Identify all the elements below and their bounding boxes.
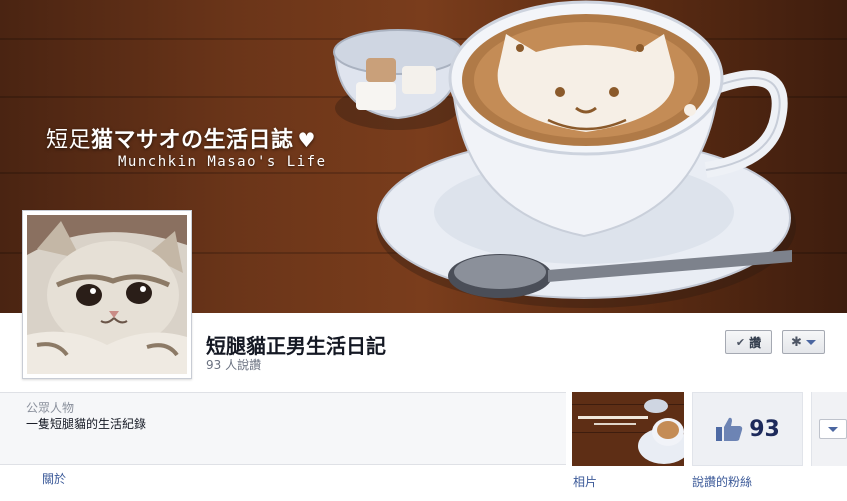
settings-button[interactable]: ✱ bbox=[782, 330, 825, 354]
more-apps-tile bbox=[811, 392, 847, 466]
cover-title: 短足猫マサオの生活日誌 ♥ bbox=[46, 128, 316, 153]
likes-link[interactable]: 說讚的粉絲 bbox=[692, 473, 752, 490]
photos-tile[interactable] bbox=[572, 392, 684, 466]
about-link[interactable]: 關於 bbox=[42, 470, 66, 487]
about-box: 公眾人物 一隻短腿貓的生活紀錄 bbox=[0, 392, 566, 465]
cat-photo bbox=[27, 215, 187, 374]
category-label[interactable]: 公眾人物 bbox=[26, 399, 74, 416]
more-apps-button[interactable] bbox=[819, 419, 847, 439]
thumbs-up-icon bbox=[716, 417, 743, 441]
chevron-down-icon bbox=[805, 339, 816, 345]
likes-count[interactable]: 93 人說讚 bbox=[206, 356, 261, 373]
likes-tile[interactable]: 93 bbox=[692, 392, 803, 466]
check-icon: ✔ bbox=[735, 335, 746, 349]
like-button-label: 讚 bbox=[749, 335, 762, 350]
profile-picture[interactable] bbox=[22, 210, 192, 379]
likes-count-big: 93 bbox=[749, 416, 780, 442]
cover-subtitle: Munchkin Masao's Life bbox=[118, 154, 327, 170]
chevron-down-icon bbox=[828, 426, 838, 432]
photos-thumbnail bbox=[572, 392, 684, 466]
page-description: 一隻短腿貓的生活紀錄 bbox=[26, 417, 147, 431]
heart-icon: ♥ bbox=[297, 128, 316, 152]
page-title: 短腿貓正男生活日記 bbox=[206, 334, 386, 358]
gear-icon: ✱ bbox=[791, 334, 802, 350]
photos-link[interactable]: 相片 bbox=[573, 473, 597, 490]
like-button[interactable]: ✔ 讚 bbox=[725, 330, 772, 354]
